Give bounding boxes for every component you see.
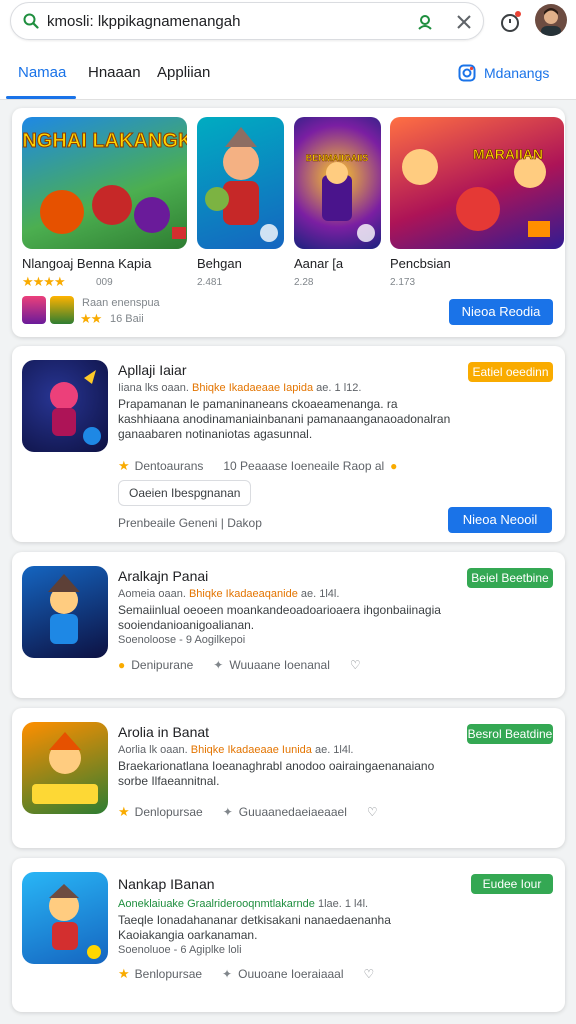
featured-name: Aanar [a: [294, 256, 344, 271]
tab-namaa[interactable]: Namaa: [18, 64, 66, 81]
emoji-icon: ●: [390, 459, 398, 473]
app-meta: Iiana lks oaan. Bhiqke Ikadaeaae Iapida …: [118, 382, 362, 394]
tab-appliian[interactable]: Appliian: [157, 64, 210, 81]
featured-thumbnail[interactable]: LANGHAI LAKANGKAI: [22, 117, 187, 249]
puzzle-icon: ✦: [213, 658, 224, 672]
puzzle-icon: ✦: [222, 805, 233, 819]
app-icon[interactable]: [22, 872, 108, 964]
status-badge: Eatiel oeedinn: [468, 362, 553, 382]
tab-right-label: Mdanangs: [484, 65, 550, 81]
star-icon: ★: [118, 966, 130, 981]
app-card[interactable]: Arolia in Banat Aorlia lk oaan. Bhiqke I…: [12, 708, 565, 848]
app-icon[interactable]: [22, 566, 108, 658]
app-description: Prapamanan le pamaninaneans ckoaeamenang…: [118, 397, 451, 441]
app-info-row: ★ Benlopursae ✦ Ouuoane Ioeraiaaal ♡: [118, 966, 375, 981]
secondary-button[interactable]: Oaeien Ibespgnanan: [118, 480, 252, 506]
app-title[interactable]: Arolia in Banat: [118, 724, 209, 740]
app-meta: Aorlia lk oaan. Bhiqke Ikadaeaae Iunida …: [118, 744, 354, 756]
app-title[interactable]: Apllaji Iaiar: [118, 362, 186, 378]
featured-action-button[interactable]: Nieoa Reodia: [449, 299, 553, 325]
featured-count: 2.28: [294, 277, 314, 288]
heart-icon: ♡: [366, 805, 378, 819]
app-footer: Prenbeaile Geneni | Dakop: [118, 516, 262, 530]
notification-dot: [515, 11, 521, 17]
app-description: Semaiinlual oeoeen moankandeoadoarioaera…: [118, 603, 441, 632]
heart-icon: ♡: [363, 967, 375, 981]
coin-icon: ●: [118, 658, 126, 672]
featured-item[interactable]: [197, 117, 284, 249]
app-action-button[interactable]: Nieoa Neooil: [448, 507, 552, 533]
app-meta: Aomeia oaan. Bhiqke Ikadaeaqanide ae. 1l…: [118, 588, 340, 600]
app-info-row: ● Denipurane ✦ Wuuaane Ioenanal ♡: [118, 658, 361, 672]
featured-item[interactable]: MARAIIAN: [390, 117, 564, 249]
star-icon: ★: [118, 458, 130, 473]
app-icon[interactable]: [22, 360, 108, 452]
app-icon[interactable]: [22, 722, 108, 814]
featured-item[interactable]: BENMAIIGAIIS: [294, 117, 381, 249]
app-sub: Soenoluoe - 6 Agiplke loli: [118, 944, 242, 956]
top-bar: kmosli: lkppikagnamenangah Namaa Hnaaan …: [0, 0, 576, 100]
featured-name: Behgan: [197, 256, 242, 271]
app-info-row: ★ Denlopursae ✦ Guuaanedaeiaeaael ♡: [118, 804, 378, 819]
notification-button[interactable]: [497, 9, 523, 35]
rating-stars: ★★: [80, 311, 102, 326]
app-description: Taeqle Ionadahananar detkisakani nanaeda…: [118, 913, 391, 942]
mini-thumbnail[interactable]: [22, 296, 46, 324]
avatar[interactable]: [535, 4, 567, 36]
featured-thumbnail[interactable]: MARAIIAN: [390, 117, 564, 249]
instagram-like-icon: [458, 64, 476, 82]
status-badge: Eudee Iour: [471, 874, 553, 894]
featured-name: Nlangoaj Benna Kapia: [22, 256, 152, 271]
featured-name: Pencbsian: [390, 256, 451, 271]
featured-card: LANGHAI LAKANGKAI Nlangoaj Benna Kapia ★…: [12, 108, 565, 337]
app-card[interactable]: Nankap IBanan Aoneklaiuake Graalriderooq…: [12, 858, 565, 1012]
heart-icon: ♡: [349, 658, 361, 672]
extra-line: Raan enenspua: [82, 297, 160, 309]
app-card[interactable]: Aralkajn Panai Aomeia oaan. Bhiqke Ikada…: [12, 552, 565, 698]
app-card[interactable]: Apllaji Iaiar Iiana lks oaan. Bhiqke Ika…: [12, 346, 565, 542]
search-bar[interactable]: kmosli: lkppikagnamenangah: [10, 2, 484, 40]
featured-title-art: MARAIIAN: [473, 146, 543, 162]
featured-title-art: BENMAIIGAIIS: [306, 153, 369, 163]
app-title[interactable]: Nankap IBanan: [118, 876, 215, 892]
active-tab-indicator: [6, 96, 76, 99]
star-icon: ★: [118, 804, 130, 819]
featured-thumbnail[interactable]: [197, 117, 284, 249]
app-meta: Aoneklaiuake Graalriderooqnmtlakarnde 1l…: [118, 898, 369, 910]
status-badge: Beiel Beetbine: [467, 568, 553, 588]
search-input[interactable]: kmosli: lkppikagnamenangah: [47, 13, 240, 30]
assistant-icon[interactable]: [415, 12, 435, 32]
search-icon: [23, 13, 39, 29]
app-description: Braekarionatlana Ioeanaghrabl anodoo oai…: [118, 759, 435, 788]
featured-thumbnail[interactable]: BENMAIIGAIIS: [294, 117, 381, 249]
featured-title-art: LANGHAI LAKANGKAI: [22, 130, 187, 152]
app-sub: Soenoloose - 9 Aogilkepoi: [118, 634, 246, 646]
tab-mdanangs[interactable]: Mdanangs: [458, 62, 549, 84]
tab-hnaaan[interactable]: Hnaaan: [88, 64, 141, 81]
featured-item[interactable]: LANGHAI LAKANGKAI: [22, 117, 187, 249]
puzzle-icon: ✦: [222, 967, 233, 981]
rating-stars: ★★★★: [22, 274, 66, 289]
status-badge: Besrol Beatdine: [467, 724, 553, 744]
app-info-row: ★ Dentoaurans 10 Peaaase Ioeneaile Raop …: [118, 458, 398, 473]
close-icon[interactable]: [453, 11, 475, 33]
featured-count: 2.173: [390, 277, 416, 288]
extra-sub: 16 Baii: [110, 313, 144, 325]
app-title[interactable]: Aralkajn Panai: [118, 568, 208, 584]
mini-thumbnail[interactable]: [50, 296, 74, 324]
featured-count: 009: [96, 277, 113, 288]
featured-count: 2.481: [197, 277, 223, 288]
tab-bar: Namaa Hnaaan Appliian Mdanangs: [0, 54, 576, 100]
